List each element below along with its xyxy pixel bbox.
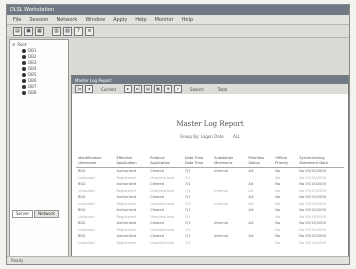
table-cell: No 05/15/2000 xyxy=(299,240,327,245)
server-tree: ⊟ Root DB1 DB2 DB3 DB4 DB5 DB6 DB7 DB8 xyxy=(12,42,36,96)
tree-node[interactable]: DB8 xyxy=(12,90,36,96)
first-page-icon[interactable]: |◂ xyxy=(75,85,83,93)
group-by-label: Group By: Logon Date xyxy=(179,134,224,139)
column-header: Synchronizing Statement Date xyxy=(297,156,344,168)
report-title-bar: Master Log Report xyxy=(72,76,348,84)
table-cell: No xyxy=(275,240,281,245)
column-header: Offline Priority xyxy=(273,156,298,168)
menu-help[interactable]: Help xyxy=(135,17,146,23)
report-subheading: Group By: Logon Date ALL xyxy=(72,134,348,139)
tree-pane: ⊟ Root DB1 DB2 DB3 DB4 DB5 DB6 DB7 DB8 S… xyxy=(9,39,69,261)
tab-network[interactable]: Network xyxy=(34,210,59,218)
open-icon[interactable]: ▤ xyxy=(13,26,22,36)
table-cell: Unlocked xyxy=(78,240,95,245)
grid-icon[interactable]: ▧ xyxy=(63,26,72,36)
menu-monitor[interactable]: Monitor xyxy=(155,17,174,23)
print-report-icon[interactable]: ▤ xyxy=(144,85,153,93)
status-bar: Ready xyxy=(7,256,349,264)
table-cell xyxy=(212,240,246,247)
status-text: Ready xyxy=(11,258,24,263)
database-icon xyxy=(22,55,26,59)
search-icon[interactable]: ⌕ xyxy=(174,85,183,93)
database-icon xyxy=(22,49,26,53)
table-cell xyxy=(246,240,273,247)
next-page-icon[interactable]: ▸ xyxy=(124,85,133,93)
menu-network[interactable]: Network xyxy=(56,17,77,23)
column-header: Effective Application xyxy=(114,156,149,168)
tab-server[interactable]: Server xyxy=(12,210,34,218)
menu-help-2[interactable]: Help xyxy=(182,17,193,23)
column-header: Protocol Application xyxy=(148,156,183,168)
report-window: Master Log Report |◂ ◂ Current ▸ ▸| ▤ ▦ … xyxy=(71,75,349,261)
report-page: Master Log Report Group By: Logon Date A… xyxy=(72,94,348,260)
table-row: Unlocked Registered Unauthorized 7/1 No No 05… xyxy=(76,240,344,247)
report-window-title: Master Log Report xyxy=(75,77,112,83)
menu-apply[interactable]: Apply xyxy=(113,17,127,23)
last-page-icon[interactable]: ▸| xyxy=(134,85,143,93)
table-cell: 7/1 xyxy=(184,169,191,173)
database-icon xyxy=(22,73,26,77)
table-cell: Internal xyxy=(214,169,228,173)
properties-icon[interactable]: ≡ xyxy=(85,26,94,36)
save-icon[interactable]: ▣ xyxy=(24,26,33,36)
database-icon xyxy=(22,85,26,89)
prev-page-icon[interactable]: ◂ xyxy=(85,85,93,93)
column-header: Substation Mnemonic xyxy=(212,156,247,168)
report-heading: Master Log Report xyxy=(176,120,244,128)
menu-file[interactable]: File xyxy=(13,17,21,23)
table-cell: Unauthorized xyxy=(150,240,175,245)
table-cell: 7/1 xyxy=(184,240,191,245)
help-icon[interactable]: ? xyxy=(74,26,83,36)
column-header: Identification Username xyxy=(76,156,115,168)
column-header: Date Time Date Time xyxy=(182,156,213,168)
database-icon xyxy=(22,79,26,83)
search-label: Search xyxy=(190,86,204,92)
menu-window[interactable]: Window xyxy=(85,17,105,23)
zoom-icon[interactable]: ⊕ xyxy=(164,85,173,93)
group-by-value: ALL xyxy=(232,134,241,139)
menu-bar: File Session Network Window Apply Help M… xyxy=(7,15,349,25)
pane-tabs: Server Network xyxy=(12,210,59,218)
database-icon xyxy=(22,91,26,95)
expand-icon[interactable]: ⊟ xyxy=(12,42,15,48)
window-title: DLSL Workstation xyxy=(10,7,55,13)
table-cell: Authorized xyxy=(116,169,136,173)
chart-icon[interactable]: ▥ xyxy=(52,26,61,36)
column-header: Priorities Status xyxy=(246,156,274,168)
current-label: Current xyxy=(101,86,117,92)
table-cell: No 05/15/2000 xyxy=(299,169,327,173)
table-cell: Registered xyxy=(116,240,136,245)
table-header: Identification Username Effective Applic… xyxy=(76,156,344,168)
report-table: Identification Username Effective Applic… xyxy=(76,156,344,246)
export-icon[interactable]: ▦ xyxy=(154,85,163,93)
table-cell: No xyxy=(275,169,281,173)
total-label: Total xyxy=(217,86,228,92)
table-cell: Cleared xyxy=(150,169,164,173)
print-icon[interactable]: ▦ xyxy=(35,26,44,36)
table-cell: Alt xyxy=(248,169,254,173)
table-cell: BSG xyxy=(78,169,86,173)
database-icon xyxy=(22,67,26,71)
title-bar: DLSL Workstation xyxy=(7,5,349,15)
main-toolbar: ▤ ▣ ▦ ▥ ▧ ? ≡ xyxy=(7,25,349,38)
database-icon xyxy=(22,61,26,65)
main-window: DLSL Workstation File Session Network Wi… xyxy=(6,4,350,265)
table-row: BSG Authorized Cleared 7/1 Internal Alt No No 0… xyxy=(76,168,344,175)
menu-session[interactable]: Session xyxy=(29,17,48,23)
